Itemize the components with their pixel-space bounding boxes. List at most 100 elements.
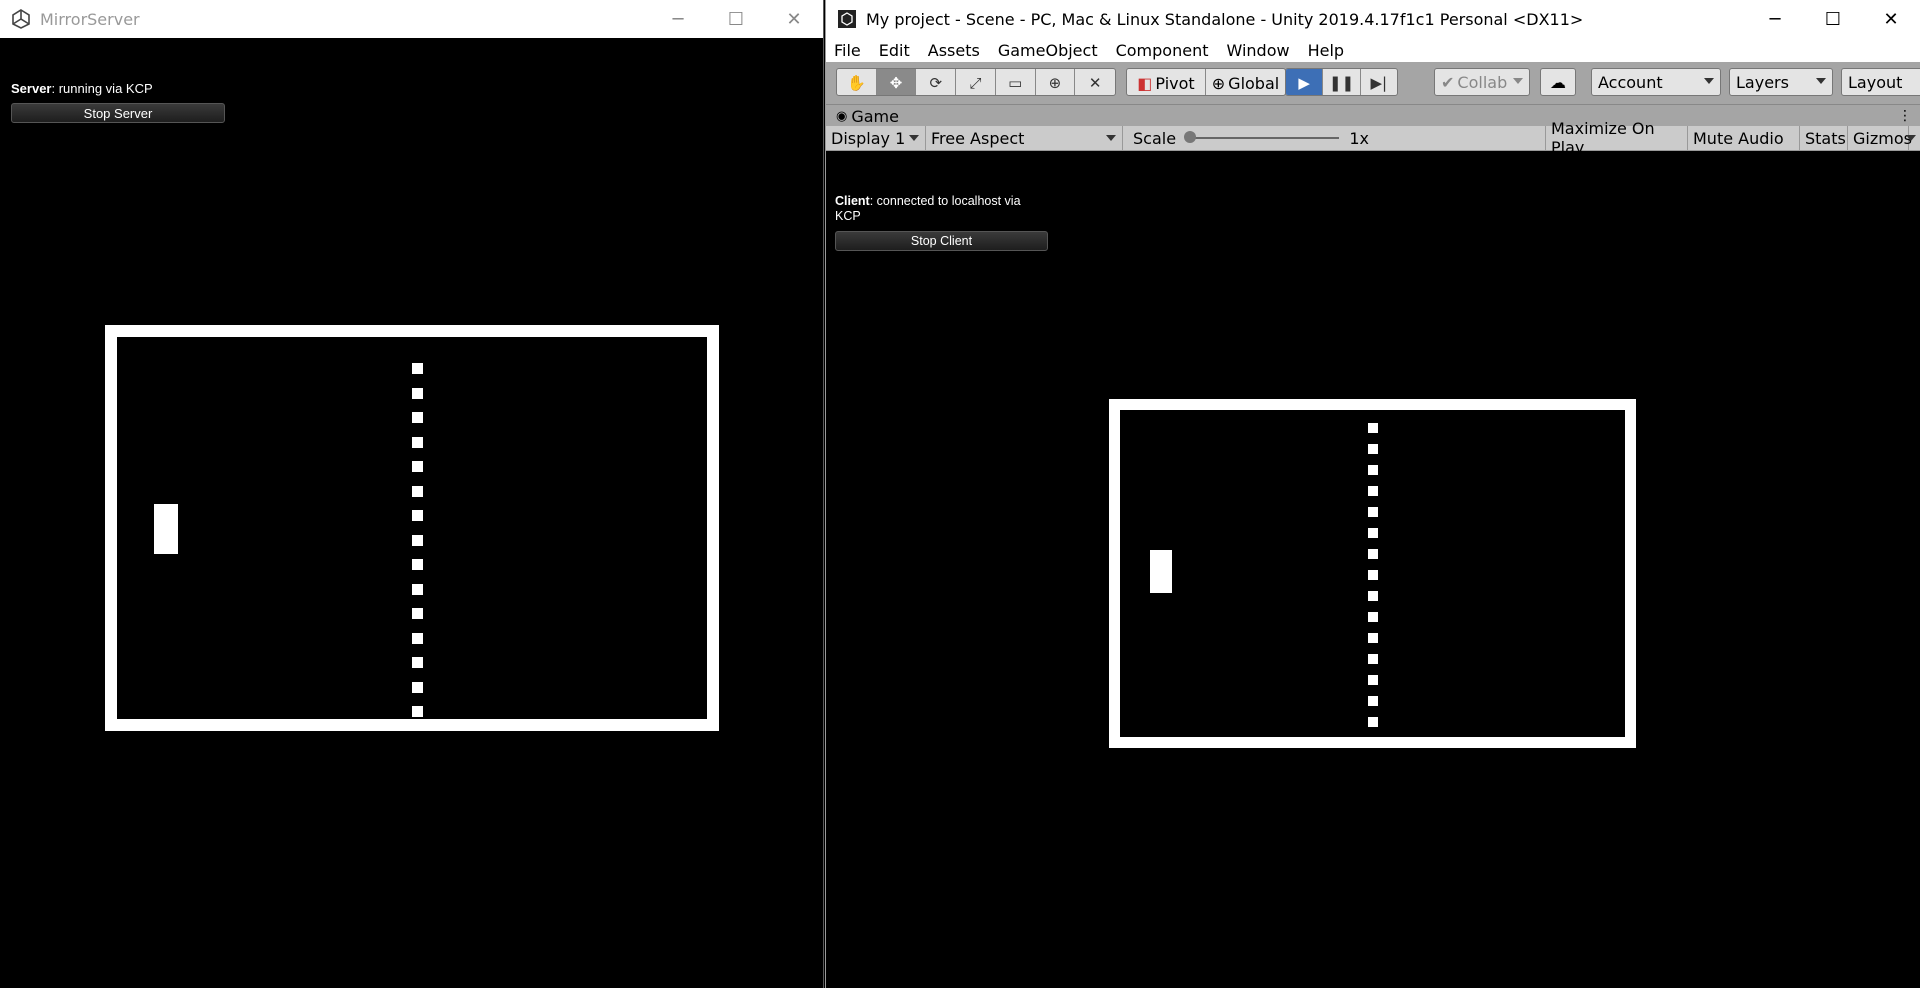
cloud-icon[interactable]: ☁	[1540, 68, 1576, 96]
display-dropdown[interactable]: Display 1	[826, 126, 926, 150]
menu-edit[interactable]: Edit	[870, 41, 919, 60]
net-segment	[1368, 654, 1378, 664]
net-segment	[1368, 717, 1378, 727]
aspect-dropdown[interactable]: Free Aspect	[926, 126, 1123, 150]
net-segment	[412, 485, 423, 497]
stop-client-button[interactable]: Stop Client	[835, 231, 1048, 251]
pivot-group: ◧ Pivot ⊕ Global	[1126, 68, 1286, 96]
menu-component[interactable]: Component	[1107, 41, 1218, 60]
net-segment	[412, 363, 423, 374]
menu-bar: File Edit Assets GameObject Component Wi…	[826, 38, 1920, 62]
game-tab[interactable]: ◉ Game ⋮	[826, 104, 1920, 127]
menu-file[interactable]: File	[826, 41, 870, 60]
unity-app-icon	[836, 8, 858, 30]
unity-titlebar[interactable]: My project - Scene - PC, Mac & Linux Sta…	[826, 0, 1920, 38]
layout-label: Layout	[1848, 72, 1903, 92]
menu-help[interactable]: Help	[1299, 41, 1353, 60]
check-icon: ✔	[1441, 72, 1455, 92]
move-icon[interactable]: ✥	[876, 69, 917, 95]
maximize-on-play-toggle[interactable]: Maximize On Play	[1545, 119, 1688, 157]
close-button[interactable]: ✕	[1862, 0, 1920, 38]
net-segment	[1368, 507, 1378, 517]
collab-dropdown[interactable]: ✔ Collab	[1434, 68, 1530, 96]
menu-assets[interactable]: Assets	[919, 41, 989, 60]
net-segment	[1368, 549, 1378, 559]
chevron-down-icon	[909, 135, 919, 141]
display-label: Display 1	[831, 128, 906, 148]
net-segment	[1368, 675, 1378, 685]
net-segment	[412, 387, 423, 399]
pong-court	[1109, 399, 1636, 748]
pong-court	[105, 325, 719, 731]
net-segment	[1368, 612, 1378, 622]
stats-toggle[interactable]: Stats	[1800, 126, 1848, 150]
mute-audio-toggle[interactable]: Mute Audio	[1688, 126, 1800, 150]
pivot-label: Pivot	[1155, 73, 1195, 93]
chevron-down-icon	[1106, 135, 1116, 141]
rotate-icon[interactable]: ⟳	[916, 69, 957, 95]
tab-menu-icon[interactable]: ⋮	[1898, 108, 1912, 124]
net-segment	[412, 412, 423, 423]
global-toggle[interactable]: ⊕ Global	[1206, 69, 1285, 95]
net-segment	[412, 632, 423, 644]
layers-dropdown[interactable]: Layers	[1729, 68, 1833, 96]
aspect-label: Free Aspect	[931, 128, 1025, 148]
net-segment	[1368, 486, 1378, 496]
hand-icon[interactable]: ✋	[837, 69, 877, 95]
minimize-button[interactable]: ─	[649, 0, 707, 38]
mirror-server-window: MirrorServer ─ ☐ ✕ Server: running via K…	[0, 0, 824, 988]
custom-tool-icon[interactable]: ✕	[1075, 69, 1115, 95]
step-icon[interactable]: ▶|	[1361, 69, 1397, 95]
account-label: Account	[1598, 72, 1663, 92]
layout-dropdown[interactable]: Layout	[1841, 68, 1920, 96]
scale-icon[interactable]: ⤢	[956, 69, 996, 95]
net-segment	[1368, 570, 1378, 580]
gizmos-toggle[interactable]: Gizmos	[1848, 126, 1912, 150]
server-status-label: Server	[11, 81, 52, 96]
unity-editor-window: My project - Scene - PC, Mac & Linux Sta…	[825, 0, 1920, 988]
net-segment	[1368, 633, 1378, 643]
global-label: Global	[1228, 73, 1280, 93]
client-status-label: Client	[835, 194, 870, 208]
net-segment	[412, 510, 423, 521]
menu-window[interactable]: Window	[1217, 41, 1298, 60]
chevron-down-icon[interactable]	[1906, 135, 1916, 141]
collab-label: Collab	[1457, 72, 1508, 92]
rect-icon[interactable]: ▭	[996, 69, 1036, 95]
account-dropdown[interactable]: Account	[1591, 68, 1721, 96]
net-segment	[412, 583, 423, 595]
net-segment	[412, 461, 423, 472]
scale-value: 1x	[1349, 128, 1369, 148]
maximize-button[interactable]: ☐	[707, 0, 765, 38]
transform-icon[interactable]: ⊕	[1036, 69, 1076, 95]
server-titlebar[interactable]: MirrorServer ─ ☐ ✕	[0, 0, 823, 38]
net-segment	[1368, 528, 1378, 538]
game-view[interactable]: Client: connected to localhost via KCP S…	[826, 151, 1920, 988]
net-segment	[412, 706, 423, 717]
pivot-icon: ◧	[1137, 73, 1153, 93]
maximize-button[interactable]: ☐	[1804, 0, 1862, 38]
game-tab-label: Game	[851, 106, 899, 126]
scale-label: Scale	[1133, 128, 1177, 148]
client-status: Client: connected to localhost via KCP	[835, 194, 1021, 224]
pivot-toggle[interactable]: ◧ Pivot	[1127, 69, 1206, 95]
net-segment	[1368, 696, 1378, 706]
slider-handle[interactable]	[1184, 131, 1197, 143]
net-segment	[1368, 423, 1378, 433]
stop-server-button[interactable]: Stop Server	[11, 103, 225, 123]
window-title: My project - Scene - PC, Mac & Linux Sta…	[866, 9, 1584, 29]
minimize-button[interactable]: ─	[1746, 0, 1804, 38]
play-icon[interactable]: ▶	[1286, 69, 1324, 95]
net-segment	[412, 436, 423, 448]
editor-toolbar: ✋ ✥ ⟳ ⤢ ▭ ⊕ ✕ ◧ Pivot ⊕ Global ▶ ❚❚ ▶| ✔ Co…	[826, 62, 1920, 104]
scale-slider[interactable]	[1184, 131, 1340, 143]
menu-gameobject[interactable]: GameObject	[989, 41, 1107, 60]
close-button[interactable]: ✕	[765, 0, 823, 38]
pause-icon[interactable]: ❚❚	[1323, 69, 1361, 95]
unity-logo-icon	[10, 8, 32, 30]
paddle	[1150, 550, 1172, 593]
net-segment	[412, 534, 423, 546]
net-segment	[412, 559, 423, 570]
server-status: Server: running via KCP	[11, 81, 153, 96]
gamepad-icon: ◉	[836, 108, 848, 124]
